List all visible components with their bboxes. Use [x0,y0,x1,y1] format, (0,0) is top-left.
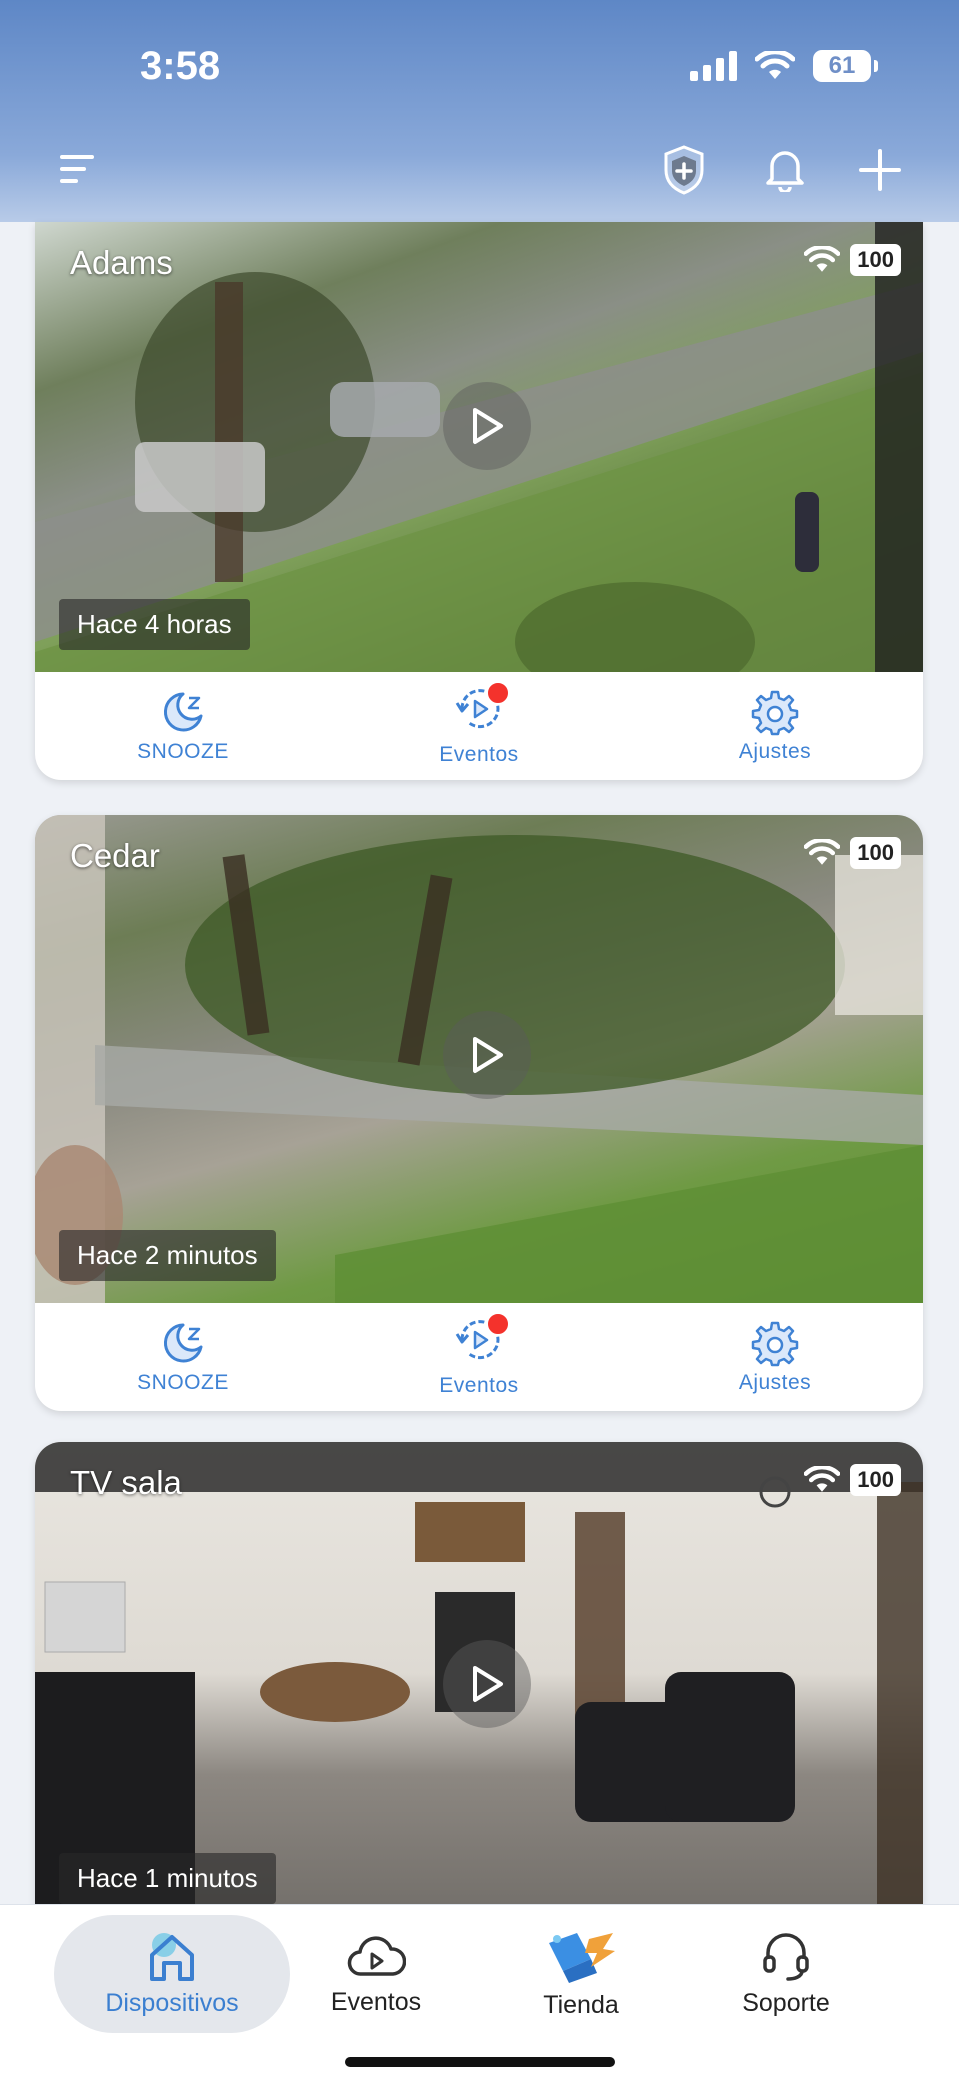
camera-card-adams: Adams 100 Hace 4 horas SNOOZE Eventos Aj… [35,222,923,780]
play-icon [473,1666,503,1702]
camera-card-tv-sala: TV sala 100 Hace 1 minutos [35,1442,923,1904]
gear-icon [751,1321,799,1367]
settings-label: Ajustes [738,1371,812,1394]
tab-dispositivos[interactable]: Dispositivos [54,1915,290,2033]
moon-snooze-icon [163,692,203,732]
events-button[interactable]: Eventos [331,672,627,780]
shield-plus-icon[interactable] [660,144,708,196]
app-header: 3:58 61 [0,0,959,222]
camera-preview[interactable]: TV sala 100 Hace 1 minutos [35,1442,923,1904]
camera-status: 100 [804,837,901,869]
headset-icon [763,1932,809,1981]
plus-icon[interactable] [858,148,902,192]
play-button[interactable] [443,382,531,470]
tab-tienda[interactable]: Tienda [463,1915,699,2033]
status-time: 3:58 [140,44,221,88]
last-activity: Hace 4 horas [59,599,250,650]
tab-label: Dispositivos [105,1988,239,2017]
snooze-label: SNOOZE [137,1371,229,1394]
gear-icon [751,690,799,736]
settings-label: Ajustes [738,740,812,763]
camera-name: TV sala [70,1464,182,1501]
new-events-badge [486,1312,510,1336]
snooze-button[interactable]: SNOOZE [35,672,331,780]
play-button[interactable] [443,1011,531,1099]
events-button[interactable]: Eventos [331,1303,627,1411]
home-indicator [345,2057,615,2067]
camera-name: Adams [70,244,173,281]
events-label: Eventos [439,743,519,766]
camera-card-cedar: Cedar 100 Hace 2 minutos SNOOZE Eventos … [35,815,923,1411]
tab-eventos[interactable]: Eventos [258,1915,494,2033]
tab-label: Eventos [330,1987,422,2016]
moon-snooze-icon [163,1323,203,1363]
settings-button[interactable]: Ajustes [627,1303,923,1411]
bottom-tab-bar: Dispositivos Eventos Tienda Soporte [0,1904,959,2085]
play-icon [473,1037,503,1073]
snooze-label: SNOOZE [137,740,229,763]
wifi-icon [755,51,795,79]
wifi-icon [804,246,841,272]
bell-icon[interactable] [764,146,806,192]
menu-icon[interactable] [58,152,98,186]
status-icons: 61 [690,50,878,82]
camera-status: 100 [804,244,901,276]
events-label: Eventos [439,1374,519,1397]
snooze-button[interactable]: SNOOZE [35,1303,331,1411]
tab-label: Soporte [742,1988,830,2017]
home-icon [150,1932,194,1981]
camera-actions: SNOOZE Eventos Ajustes [35,672,923,780]
play-icon [473,408,503,444]
camera-battery: 100 [850,244,901,276]
last-activity: Hace 1 minutos [59,1853,276,1904]
battery-indicator: 61 [813,50,878,82]
tab-label: Tienda [543,1990,619,2019]
tab-soporte[interactable]: Soporte [668,1915,904,2033]
last-activity: Hace 2 minutos [59,1230,276,1281]
wifi-icon [804,1466,841,1492]
cloud-play-icon [347,1935,406,1976]
cellular-signal-icon [690,51,737,81]
play-button[interactable] [443,1640,531,1728]
camera-preview[interactable]: Adams 100 Hace 4 horas [35,222,923,672]
camera-name: Cedar [70,837,160,874]
new-events-badge [486,681,510,705]
settings-button[interactable]: Ajustes [627,672,923,780]
camera-battery: 100 [850,837,901,869]
camera-battery: 100 [850,1464,901,1496]
store-icon [549,1932,615,1983]
camera-status: 100 [804,1464,901,1496]
wifi-icon [804,839,841,865]
camera-actions: SNOOZE Eventos Ajustes [35,1303,923,1411]
camera-preview[interactable]: Cedar 100 Hace 2 minutos [35,815,923,1303]
